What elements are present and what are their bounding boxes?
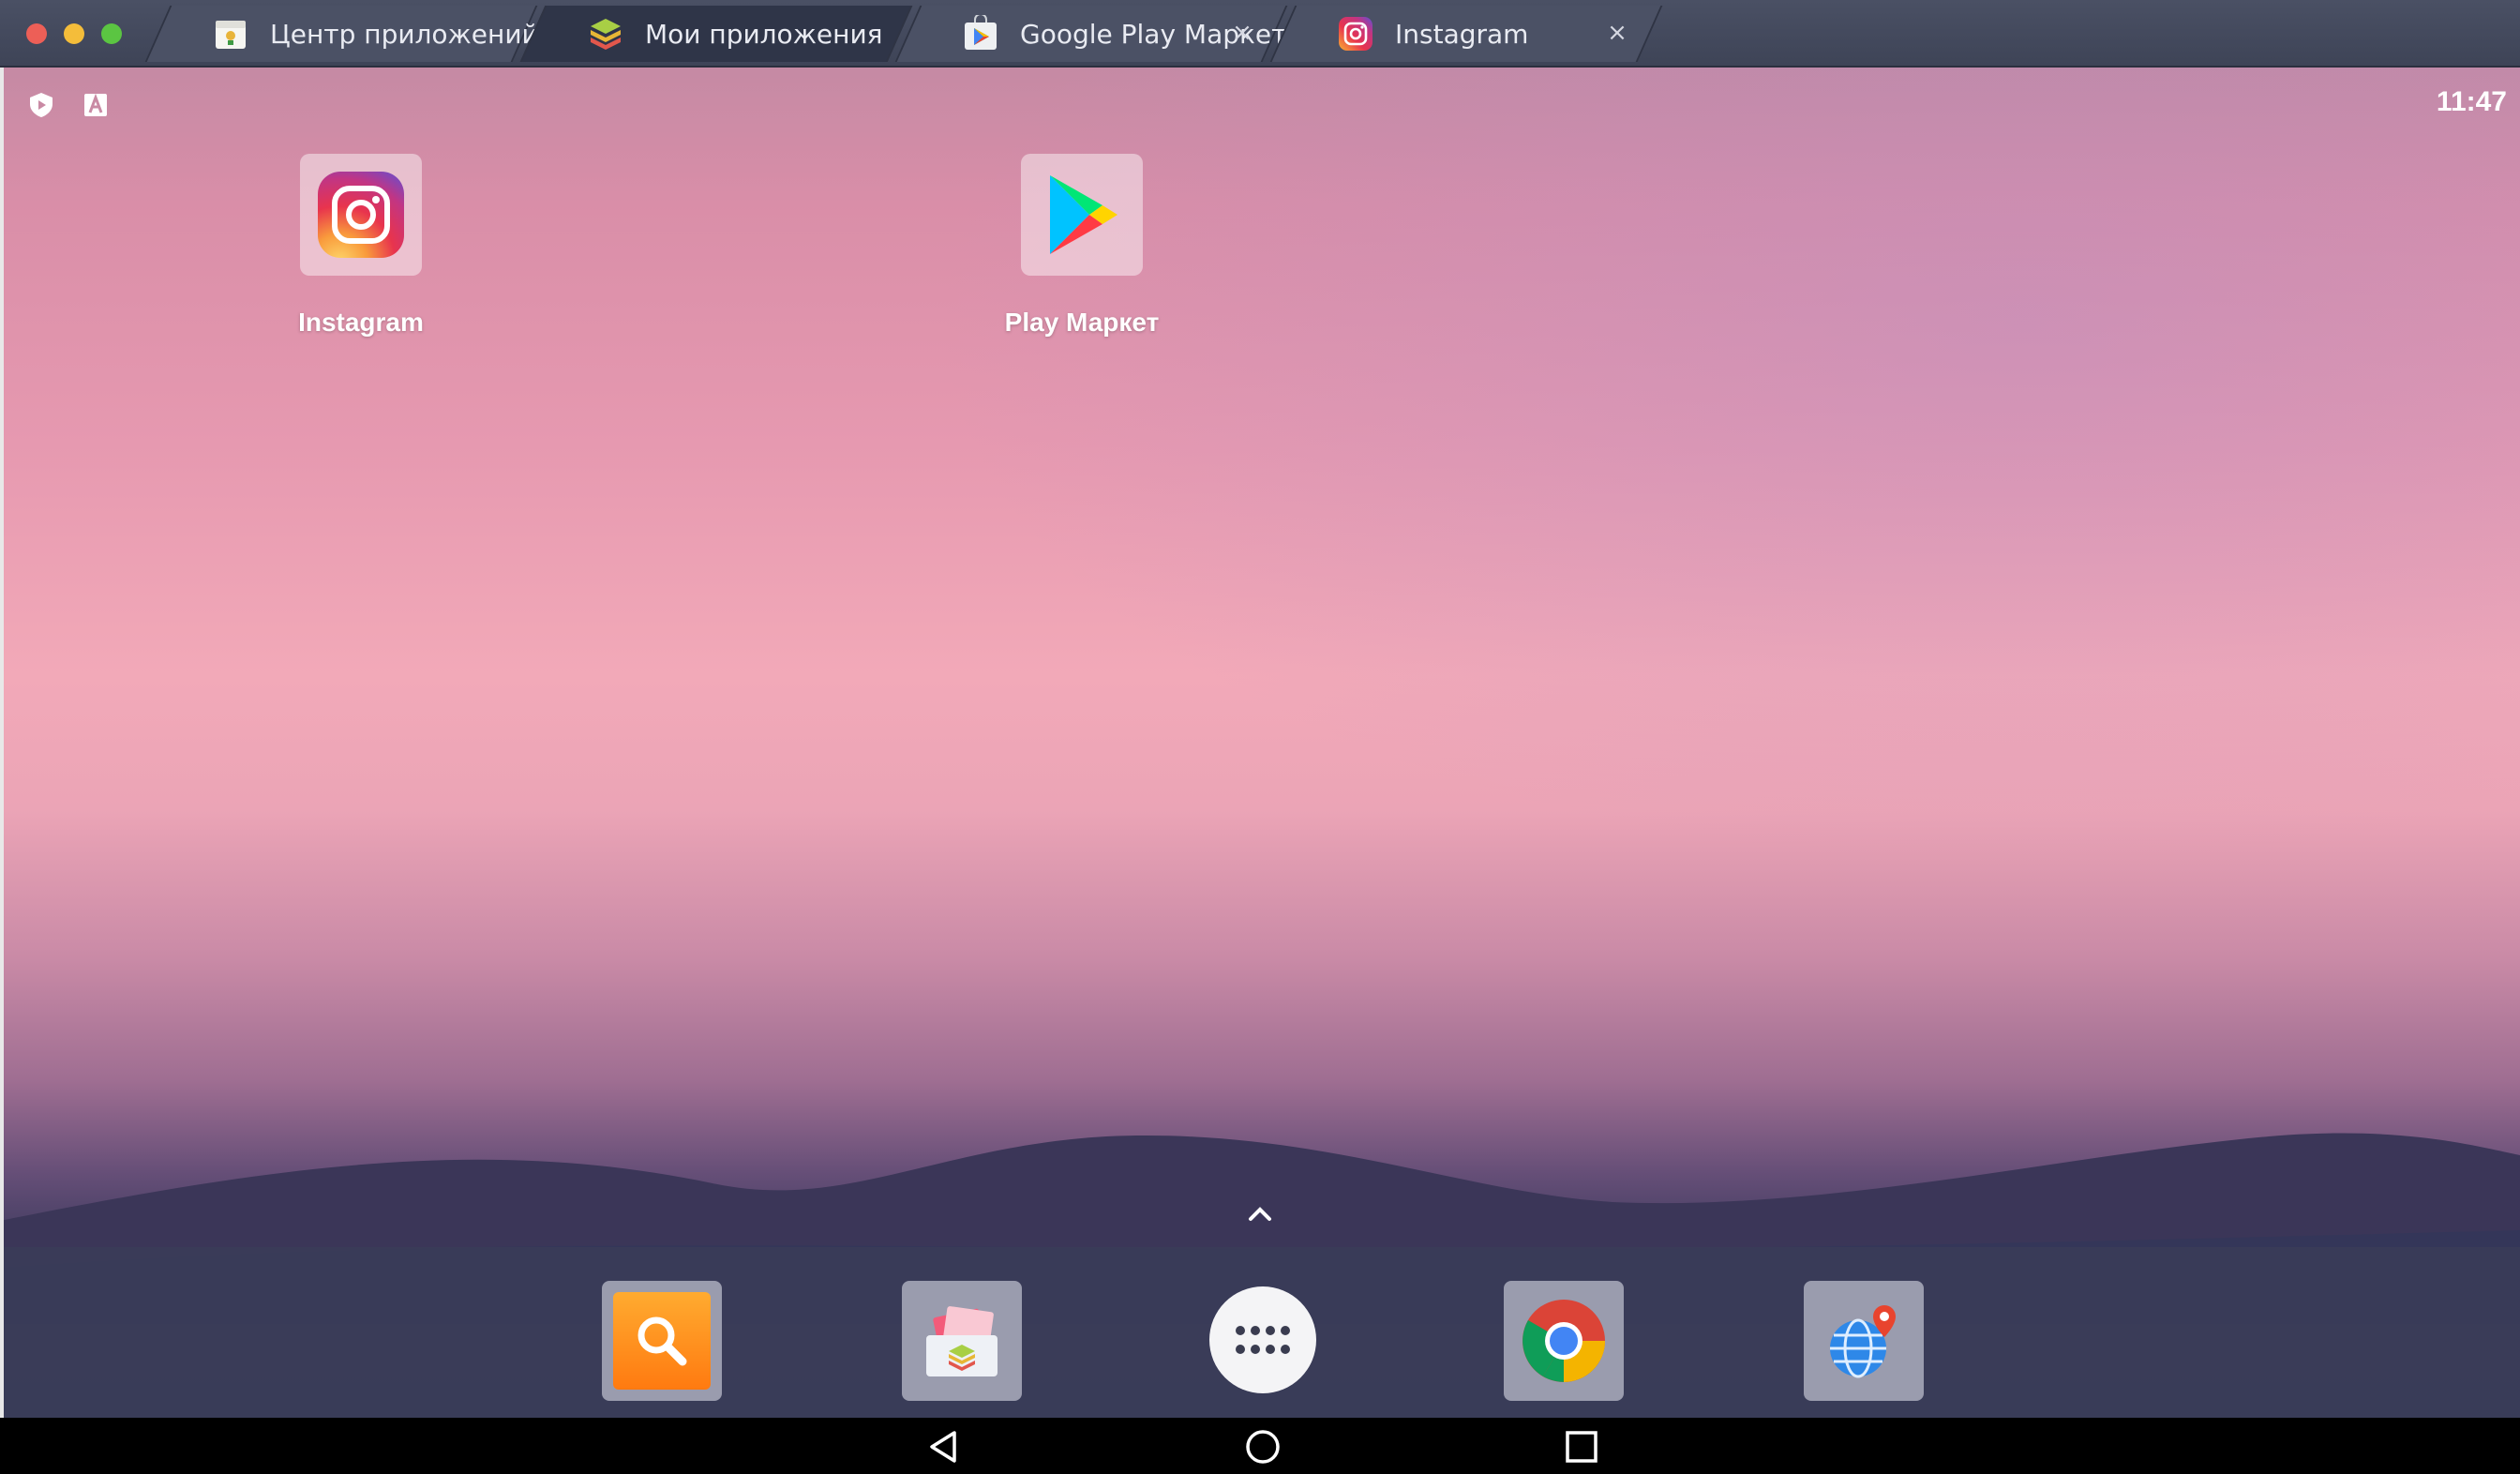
dock-chrome[interactable] (1504, 1281, 1624, 1401)
app-center-icon (216, 21, 246, 49)
tab-google-play[interactable]: Google Play Маркет × (894, 6, 1288, 62)
keyboard-a-icon (84, 93, 107, 116)
maximize-window-button[interactable] (101, 23, 122, 44)
tab-instagram[interactable]: Instagram × (1269, 6, 1663, 62)
desktop-app-instagram[interactable]: Instagram (248, 154, 473, 338)
dock-app-drawer[interactable] (1209, 1286, 1316, 1393)
tab-label: Центр приложений (270, 18, 539, 50)
title-bar: Центр приложений Мои приложения Google P… (0, 0, 2520, 68)
android-home-screen: 11:47 Instagram Play Маркет (0, 68, 2520, 1418)
window-edge (0, 68, 4, 1418)
tab-close-button[interactable]: × (1230, 21, 1254, 45)
dock (0, 1247, 2520, 1418)
google-play-icon (1050, 175, 1118, 254)
google-play-icon (965, 15, 997, 50)
recents-icon[interactable] (1562, 1427, 1601, 1466)
tab-my-apps[interactable]: Мои приложения (519, 6, 913, 62)
emulator-window: Центр приложений Мои приложения Google P… (0, 0, 2520, 1474)
tab-app-center[interactable]: Центр приложений (144, 6, 539, 62)
app-label: Instagram (298, 308, 424, 337)
instagram-icon (318, 172, 404, 258)
my-apps-icon (591, 19, 621, 50)
app-installer-icon (926, 1306, 998, 1376)
dock-app-installer[interactable] (902, 1281, 1022, 1401)
chrome-icon (1522, 1300, 1605, 1382)
app-label: Play Маркет (1004, 308, 1160, 337)
tab-label: Мои приложения (645, 18, 883, 50)
app-tile (1021, 154, 1143, 276)
home-icon[interactable] (1243, 1427, 1282, 1466)
instagram-icon (1339, 17, 1372, 51)
navigation-bar (0, 1418, 2520, 1474)
back-icon[interactable] (924, 1427, 964, 1466)
minimize-window-button[interactable] (64, 23, 84, 44)
browser-globe-icon (1830, 1305, 1896, 1378)
desktop-app-play-market[interactable]: Play Маркет (969, 154, 1194, 338)
tab-label: Instagram (1395, 18, 1529, 50)
dock-browser[interactable] (1804, 1281, 1924, 1401)
dock-search-app[interactable] (602, 1281, 722, 1401)
search-app-icon (613, 1292, 711, 1390)
close-window-button[interactable] (26, 23, 47, 44)
app-drawer-icon (1236, 1326, 1290, 1354)
chevron-up-icon[interactable] (1245, 1202, 1275, 1225)
tab-close-button[interactable]: × (1605, 21, 1629, 45)
app-tile (300, 154, 422, 276)
shield-icon (30, 93, 52, 117)
status-time: 11:47 (2436, 86, 2507, 117)
